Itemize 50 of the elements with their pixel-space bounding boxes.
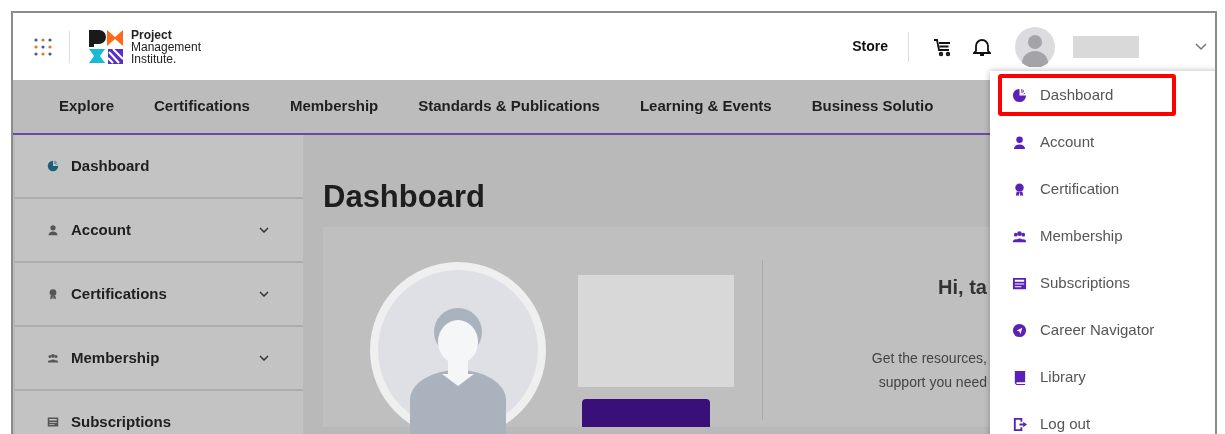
subscription-card-icon [1012,275,1027,291]
nav-link[interactable]: Learning & Events [639,95,772,118]
menu-item[interactable]: Certification [998,168,1176,210]
sidebar-item[interactable]: Account [15,199,303,263]
intro-text: Get the resources, [871,349,987,368]
award-ribbon-icon [1012,181,1027,197]
intro-text: support you need [878,373,987,392]
menu-item[interactable]: Dashboard [998,74,1176,116]
dashboard-chart-icon [47,160,59,172]
logo-text: Institute. [131,52,177,65]
people-group-icon [47,352,59,364]
sidebar-item[interactable]: Dashboard [15,135,303,199]
subscription-card-icon [47,416,59,428]
logo-mark-icon [87,27,125,66]
logo-text: Project [131,28,172,41]
menu-item[interactable]: Library [998,356,1176,398]
menu-item[interactable]: Career Navigator [998,309,1176,351]
person-icon [1012,134,1027,150]
compass-icon [1012,322,1027,338]
notification-bell-icon[interactable] [973,36,991,57]
book-icon [1012,369,1027,385]
chevron-down-icon [259,355,269,361]
person-icon [47,224,59,236]
chevron-down-icon [259,227,269,233]
logo-text: Management [131,40,202,53]
menu-item[interactable]: Subscriptions [998,262,1176,304]
menu-item[interactable]: Account [998,121,1176,163]
chevron-down-icon [259,291,269,297]
nav-link[interactable]: Certifications [154,95,250,118]
redacted-name-block [1073,35,1139,58]
app-grid-icon[interactable] [33,36,53,57]
award-ribbon-icon [47,288,59,300]
nav-link[interactable]: Membership [289,95,379,118]
nav-link[interactable]: Standards & Publications [418,95,600,118]
people-group-icon [1012,228,1027,244]
logout-icon [1012,416,1027,432]
chevron-down-icon[interactable] [1195,42,1207,51]
logo-link[interactable]: Project Management Institute. [87,27,202,66]
dashboard-chart-icon [1012,87,1027,103]
store-link[interactable]: Store [852,36,888,57]
sidebar-item[interactable]: Subscriptions [15,391,303,434]
menu-item[interactable]: Membership [998,215,1176,257]
sidebar-item[interactable]: Membership [15,327,303,391]
nav-link[interactable]: Explore [59,95,115,118]
sidebar-item[interactable]: Certifications [15,263,303,327]
menu-item[interactable]: Log out [998,403,1176,434]
nav-link[interactable]: Business Solutio [811,95,934,118]
page-title: Dashboard [323,179,485,215]
cart-icon[interactable] [933,36,953,57]
greeting-heading: Hi, ta [938,275,987,300]
